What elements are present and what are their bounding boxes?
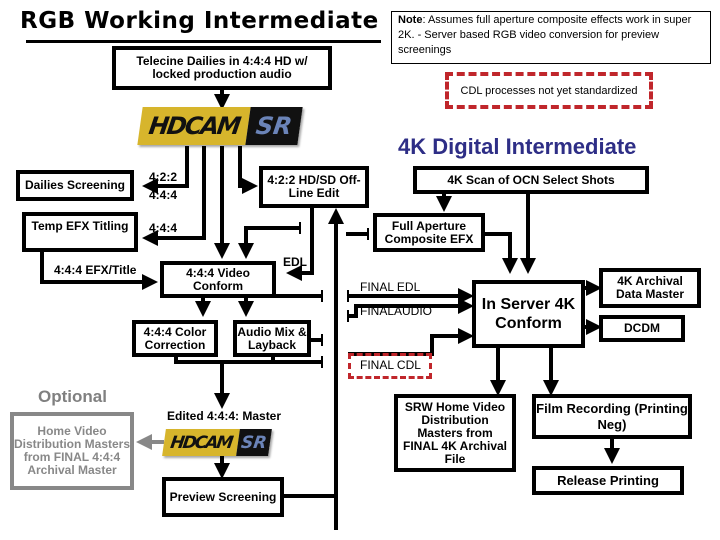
label-edl: EDL: [283, 255, 307, 269]
box-dcdm: DCDM: [599, 315, 685, 342]
label-final-audio: FINALAUDIO: [360, 304, 433, 318]
box-srw-home-video: SRW Home Video Distribution Masters from…: [394, 394, 516, 472]
note-text: : Assumes full aperture composite effect…: [398, 14, 692, 56]
line-final-cdl: [348, 328, 474, 356]
box-home-video-optional: Home Video Distribution Masters from FIN…: [10, 412, 134, 490]
label-edited-master: Edited 4:4:4: Master: [167, 409, 282, 423]
page-title: RGB Working Intermediate: [20, 8, 379, 34]
box-telecine: Telecine Dailies in 4:4:4 HD w/ locked p…: [112, 46, 332, 90]
label-efx-title: 4:4:4 EFX/Title: [54, 263, 137, 277]
box-4k-scan: 4K Scan of OCN Select Shots: [413, 166, 649, 194]
cdl-note: CDL processes not yet standardized: [445, 72, 653, 109]
box-preview-screening: Preview Screening: [162, 477, 284, 517]
line-hdcam-to-offline: [238, 146, 258, 194]
note-bold: Note: [398, 14, 423, 26]
label-final-edl: FINAL EDL: [360, 280, 421, 294]
label-final-cdl: FINAL CDL: [360, 358, 421, 372]
hdcam-text: HDCAM: [137, 107, 251, 145]
box-audio-mix: Audio Mix & Layback: [233, 320, 311, 357]
line-fullap-to-server: [482, 232, 518, 274]
note-box: Note: Assumes full aperture composite ef…: [391, 11, 711, 64]
title-divider: [26, 40, 381, 43]
box-temp-efx: Temp EFX Titling: [22, 212, 138, 252]
box-release-printing: Release Printing: [532, 466, 684, 495]
box-film-recording: Film Recording (Printing Neg): [532, 394, 692, 439]
box-full-aperture: Full Aperture Composite EFX: [373, 213, 485, 252]
label-422: 4:2:2: [149, 170, 178, 184]
box-dailies-screening: Dailies Screening: [16, 170, 134, 201]
box-video-conform: 4:4:4 Video Conform: [160, 261, 276, 298]
box-archival-master: 4K Archival Data Master: [599, 268, 701, 308]
box-server-conform: In Server 4K Conform: [472, 280, 585, 348]
label-444-temp: 4:4:4: [149, 221, 178, 235]
box-offline-edit: 4:2:2 HD/SD Off-Line Edit: [259, 166, 369, 208]
di-title: 4K Digital Intermediate: [398, 134, 637, 159]
hdcam-logo-bottom: HDCAM SR: [162, 429, 272, 456]
optional-label: Optional: [38, 387, 107, 406]
sr-text: SR: [245, 107, 303, 145]
box-color-correction: 4:4:4 Color Correction: [132, 320, 218, 357]
hdcam-logo-top: HDCAM SR: [137, 107, 303, 145]
sr-text: SR: [236, 429, 272, 456]
line-edl-tap: [238, 226, 300, 259]
hdcam-text: HDCAM: [162, 429, 240, 456]
label-444-dailies: 4:4:4: [149, 188, 178, 202]
